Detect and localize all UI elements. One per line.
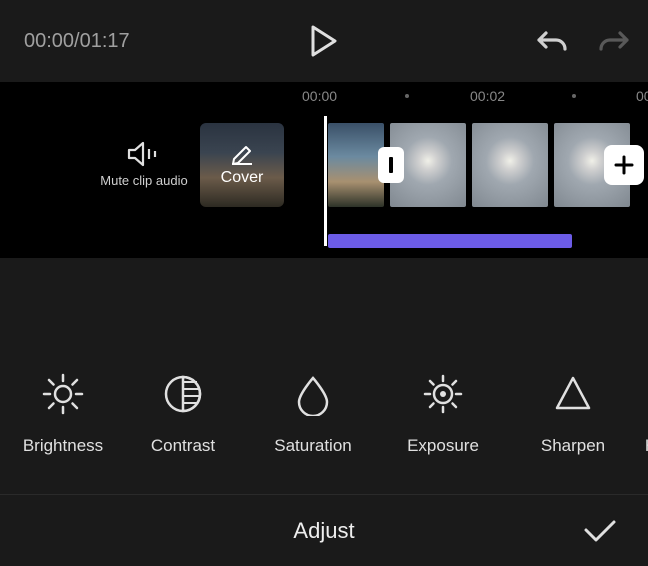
mute-label: Mute clip audio xyxy=(100,173,187,189)
undo-button[interactable] xyxy=(536,28,568,54)
timecode: 00:00/01:17 xyxy=(24,30,130,53)
ruler-tick: 00:00 xyxy=(302,88,337,104)
timeline[interactable]: 00:00 00:02 00 Mute clip audio Cover xyxy=(0,82,648,258)
adjust-contrast[interactable]: Contrast xyxy=(118,372,248,456)
contrast-icon xyxy=(161,372,205,416)
adjust-label: Saturation xyxy=(274,436,352,456)
clip-thumbnail[interactable] xyxy=(328,123,384,207)
clip-thumbnail[interactable] xyxy=(472,123,548,207)
top-bar: 00:00/01:17 xyxy=(0,0,648,82)
brightness-icon xyxy=(41,372,85,416)
speaker-icon xyxy=(127,141,161,167)
undo-redo-group xyxy=(536,28,630,54)
edit-icon xyxy=(230,143,254,165)
handle-icon xyxy=(387,155,395,175)
ruler-tick: 00 xyxy=(636,88,648,104)
confirm-button[interactable] xyxy=(582,518,618,544)
cover-button[interactable]: Cover xyxy=(200,123,284,207)
exposure-icon xyxy=(421,372,465,416)
undo-icon xyxy=(536,28,568,54)
panel-footer: Adjust xyxy=(0,494,648,566)
adjust-saturation[interactable]: Saturation xyxy=(248,372,378,456)
ruler-dot xyxy=(405,94,409,98)
play-icon xyxy=(310,25,338,57)
playhead[interactable] xyxy=(324,116,327,246)
adjust-panel: Brightness Contrast Saturation xyxy=(0,258,648,566)
sharpen-icon xyxy=(551,372,595,416)
check-icon xyxy=(582,518,618,544)
ruler-tick: 00:02 xyxy=(470,88,505,104)
ruler-dot xyxy=(572,94,576,98)
trim-handle-left[interactable] xyxy=(378,147,404,183)
redo-button[interactable] xyxy=(598,28,630,54)
cover-label: Cover xyxy=(221,169,264,187)
play-button[interactable] xyxy=(310,25,338,57)
time-ruler: 00:00 00:02 00 xyxy=(0,82,648,112)
adjust-label: Brightness xyxy=(23,436,103,456)
panel-title: Adjust xyxy=(293,518,354,544)
audio-track[interactable] xyxy=(328,234,572,248)
adjust-brightness[interactable]: Brightness xyxy=(8,372,118,456)
adjust-tools-row: Brightness Contrast Saturation xyxy=(0,372,648,456)
clip-strip[interactable] xyxy=(328,123,630,207)
adjust-highlight[interactable]: Highlight xyxy=(638,372,648,456)
mute-clip-audio-button[interactable]: Mute clip audio xyxy=(100,141,188,189)
adjust-exposure[interactable]: Exposure xyxy=(378,372,508,456)
adjust-label: Contrast xyxy=(151,436,215,456)
saturation-icon xyxy=(291,372,335,416)
add-clip-button[interactable] xyxy=(604,145,644,185)
adjust-label: Sharpen xyxy=(541,436,605,456)
plus-icon xyxy=(613,154,635,176)
adjust-label: Exposure xyxy=(407,436,479,456)
adjust-sharpen[interactable]: Sharpen xyxy=(508,372,638,456)
redo-icon xyxy=(598,28,630,54)
